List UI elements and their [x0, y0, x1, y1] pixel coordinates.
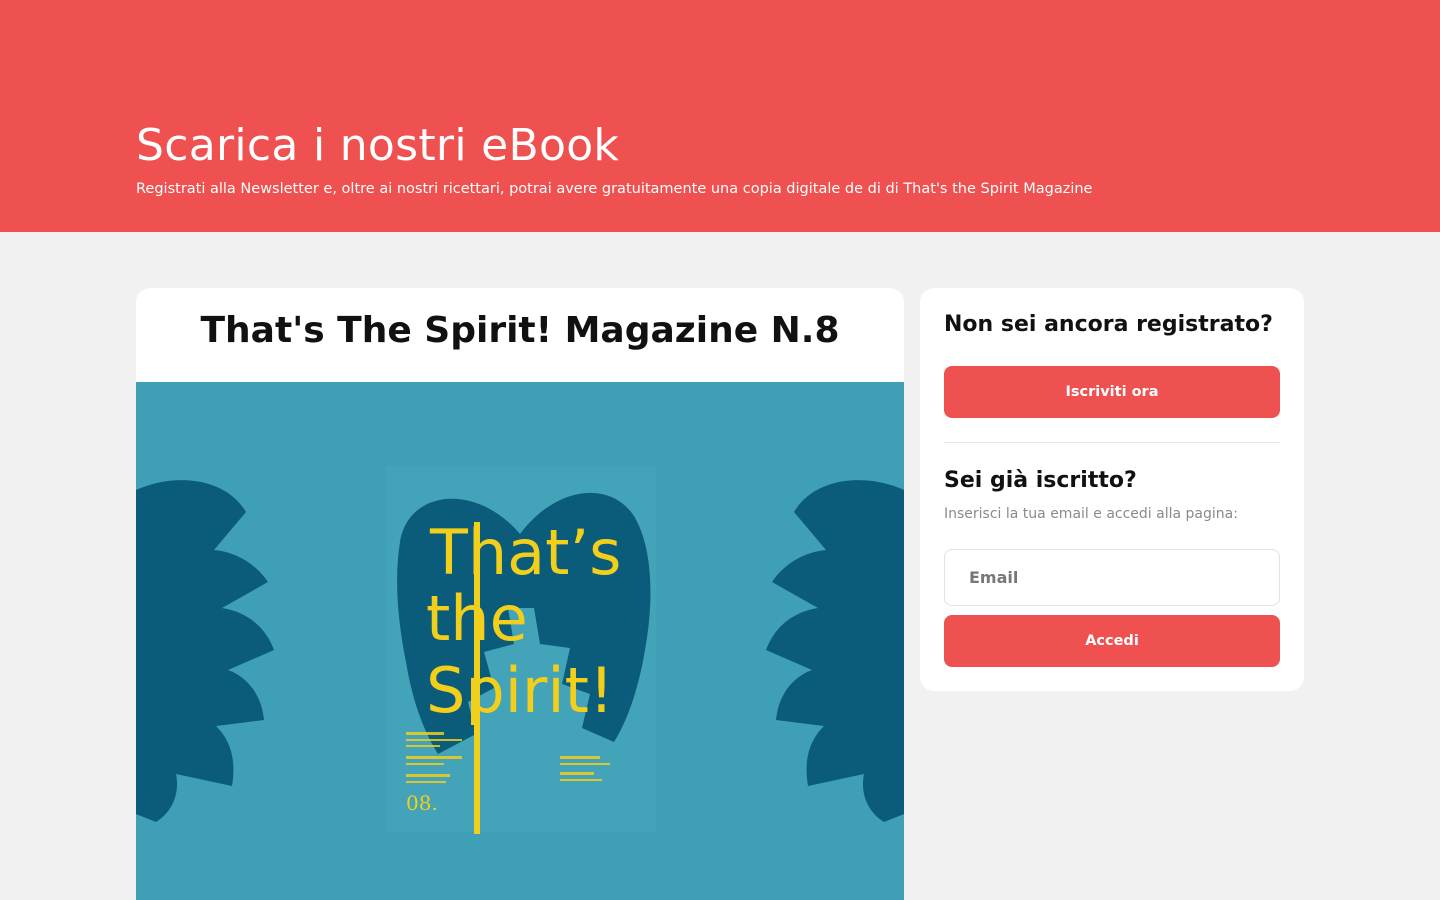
cover-artwork: That’s the Spirit! 08. — [136, 466, 904, 834]
subscribe-button[interactable]: Iscriviti ora — [944, 366, 1280, 418]
access-panel: Non sei ancora registrato? Iscriviti ora… — [920, 288, 1304, 691]
signup-heading: Non sei ancora registrato? — [944, 312, 1273, 337]
ebook-cover-image[interactable]: That’s the Spirit! 08. — [136, 382, 904, 900]
ebook-card: That's The Spirit! Magazine N.8 That’s t… — [136, 288, 904, 900]
login-hint: Inserisci la tua email e accedi alla pag… — [944, 506, 1238, 522]
cover-headline-line-3: Spirit! — [426, 654, 614, 727]
login-button[interactable]: Accedi — [944, 615, 1280, 667]
email-field[interactable] — [944, 549, 1280, 606]
hero-banner: Scarica i nostri eBook Registrati alla N… — [0, 0, 1440, 232]
cover-issue-number: 08. — [406, 791, 438, 815]
ebook-title: That's The Spirit! Magazine N.8 — [200, 310, 840, 351]
page-title: Scarica i nostri eBook — [136, 120, 620, 171]
panel-divider — [944, 442, 1280, 443]
page-subtitle: Registrati alla Newsletter e, oltre ai n… — [136, 181, 1093, 197]
login-heading: Sei già iscritto? — [944, 468, 1137, 493]
cover-headline-line-1: That’s — [429, 516, 621, 589]
cover-stem — [474, 522, 480, 834]
